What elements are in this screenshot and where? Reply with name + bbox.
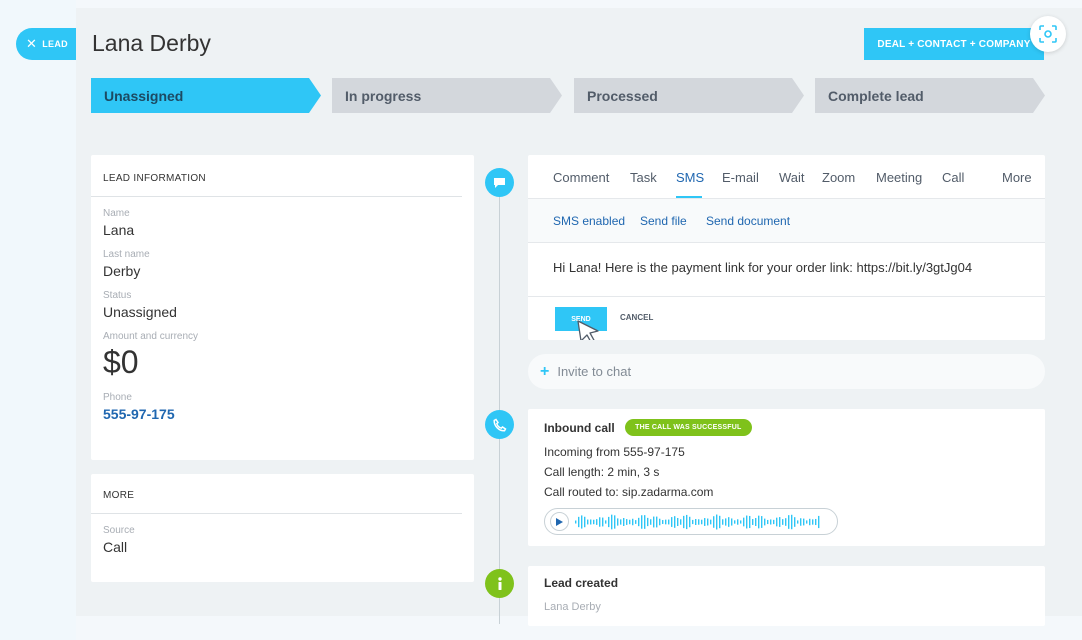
left-strip bbox=[0, 0, 76, 640]
phone-link[interactable]: 555-97-175 bbox=[91, 406, 474, 422]
tab-active-indicator bbox=[676, 196, 702, 198]
stage-unassigned[interactable]: Unassigned bbox=[91, 78, 321, 113]
sms-subtabs: SMS enabled Send file Send document bbox=[528, 199, 1045, 243]
play-icon bbox=[556, 517, 563, 526]
tab-wait[interactable]: Wait bbox=[779, 170, 805, 185]
play-button[interactable] bbox=[550, 512, 569, 531]
tab-email[interactable]: E-mail bbox=[722, 170, 759, 185]
subtab-send-file[interactable]: Send file bbox=[640, 214, 687, 228]
activity-composer: Comment Task SMS E-mail Wait Zoom Meetin… bbox=[528, 155, 1045, 340]
info-icon bbox=[485, 569, 514, 598]
close-icon: ✕ bbox=[26, 36, 38, 51]
lead-information-title: LEAD INFORMATION bbox=[91, 155, 462, 197]
tab-call[interactable]: Call bbox=[942, 170, 964, 185]
sms-message-input[interactable]: Hi Lana! Here is the payment link for yo… bbox=[553, 260, 972, 275]
timeline-line bbox=[499, 174, 500, 624]
field-label-status: Status bbox=[103, 290, 132, 301]
invite-label: Invite to chat bbox=[557, 364, 632, 379]
field-label-last-name: Last name bbox=[103, 249, 150, 260]
waveform[interactable] bbox=[575, 512, 821, 532]
call-length: Call length: 2 min, 3 s bbox=[544, 465, 660, 479]
field-label-amount: Amount and currency bbox=[103, 331, 199, 342]
chat-icon bbox=[485, 168, 514, 197]
lead-created-card: Lead created Lana Derby bbox=[528, 566, 1045, 626]
field-label-name: Name bbox=[103, 208, 130, 219]
field-value-amount[interactable]: $0 bbox=[91, 344, 474, 381]
field-label-phone: Phone bbox=[103, 392, 132, 403]
tab-task[interactable]: Task bbox=[630, 170, 657, 185]
tab-more[interactable]: More bbox=[1002, 170, 1032, 185]
field-value-status[interactable]: Unassigned bbox=[91, 304, 474, 320]
composer-tabs: Comment Task SMS E-mail Wait Zoom Meetin… bbox=[528, 155, 1045, 199]
call-routed: Call routed to: sip.zadarma.com bbox=[544, 485, 714, 499]
page-title: Lana Derby bbox=[92, 30, 211, 56]
lead-tab-label: LEAD bbox=[42, 39, 68, 49]
field-label-source: Source bbox=[103, 525, 135, 536]
inbound-call-card: Inbound call THE CALL WAS SUCCESSFUL Inc… bbox=[528, 409, 1045, 546]
tab-comment[interactable]: Comment bbox=[553, 170, 609, 185]
tab-zoom[interactable]: Zoom bbox=[822, 170, 855, 185]
stage-in-progress[interactable]: In progress bbox=[332, 78, 562, 113]
field-value-name[interactable]: Lana bbox=[91, 222, 474, 238]
call-title: Inbound call bbox=[544, 421, 615, 435]
message-divider bbox=[528, 296, 1045, 297]
audio-player bbox=[544, 508, 838, 535]
lead-created-subtitle: Lana Derby bbox=[544, 601, 601, 613]
call-incoming: Incoming from 555-97-175 bbox=[544, 445, 685, 459]
main-panel: Lana Derby DEAL + CONTACT + COMPANY Unas… bbox=[76, 8, 1082, 626]
subtab-sms-enabled[interactable]: SMS enabled bbox=[553, 214, 625, 228]
tab-sms[interactable]: SMS bbox=[676, 170, 704, 185]
subtab-send-document[interactable]: Send document bbox=[706, 214, 790, 228]
lead-created-title: Lead created bbox=[544, 576, 619, 590]
more-card: MORE Source Call bbox=[91, 474, 474, 582]
close-lead-tab[interactable]: ✕ LEAD bbox=[16, 28, 78, 60]
convert-button[interactable]: DEAL + CONTACT + COMPANY bbox=[864, 28, 1044, 60]
tab-meeting[interactable]: Meeting bbox=[876, 170, 922, 185]
screenshot-icon[interactable] bbox=[1030, 16, 1066, 52]
plus-icon: + bbox=[540, 362, 550, 380]
call-status-badge: THE CALL WAS SUCCESSFUL bbox=[625, 419, 752, 437]
stage-processed[interactable]: Processed bbox=[574, 78, 804, 113]
stage-complete-lead[interactable]: Complete lead bbox=[815, 78, 1045, 113]
stage-bar: Unassigned In progress Processed Complet… bbox=[91, 78, 1051, 113]
invite-to-chat[interactable]: + Invite to chat bbox=[528, 354, 1045, 389]
lead-information-card: LEAD INFORMATION Name Lana Last name Der… bbox=[91, 155, 474, 460]
phone-icon bbox=[485, 410, 514, 439]
field-value-source[interactable]: Call bbox=[91, 539, 474, 555]
field-value-last-name[interactable]: Derby bbox=[91, 263, 474, 279]
more-title: MORE bbox=[91, 474, 462, 514]
cursor-icon bbox=[577, 320, 599, 340]
cancel-button[interactable]: CANCEL bbox=[620, 313, 653, 322]
